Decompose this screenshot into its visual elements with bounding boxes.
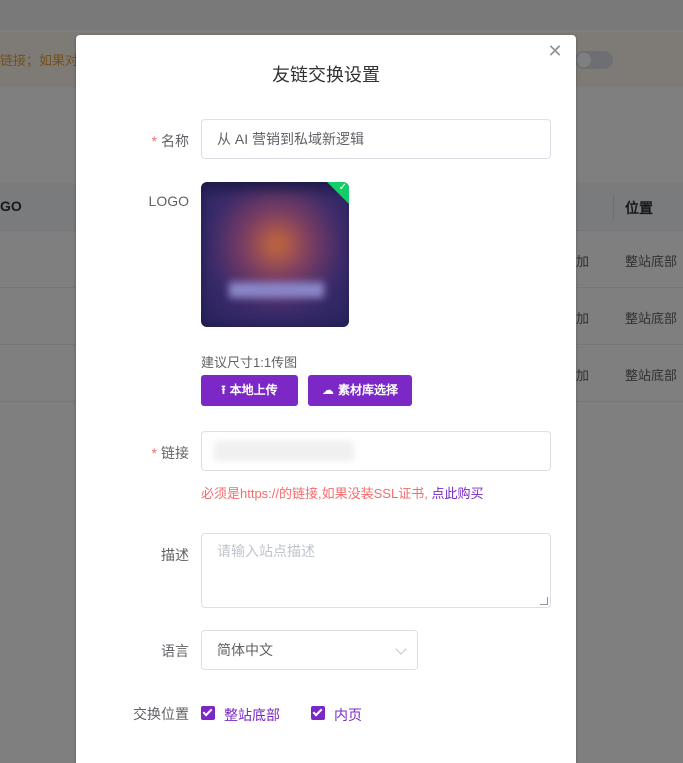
link-error-text: 必须是https://的链接,如果没装SSL证书, [201, 486, 432, 501]
logo-size-hint: 建议尺寸1:1传图 [201, 355, 298, 370]
check-icon: ✓ [338, 182, 347, 193]
checkbox-inner-page[interactable]: 内页 [311, 705, 371, 723]
link-error-message: 必须是https://的链接,如果没装SSL证书, 点此购买 [201, 483, 483, 502]
logo-image [201, 190, 349, 326]
name-label: * 名称 [152, 131, 189, 151]
checkbox-label: 整站底部 [224, 707, 280, 723]
redacted-link-value [214, 441, 354, 461]
required-mark: * [151, 445, 157, 461]
checkbox-site-footer[interactable]: 整站底部 [201, 705, 291, 723]
logo-label: LOGO [148, 193, 189, 209]
language-label: 语言 [161, 643, 189, 659]
cloud-upload-icon: ☁ [321, 383, 334, 397]
chevron-down-icon [395, 643, 407, 655]
name-label-text: 名称 [161, 133, 189, 149]
friend-link-dialog: 友链交换设置 ✕ * 名称 从 AI 营销到私域新逻辑 LOGO ✓ 建议尺寸1:… [76, 35, 576, 763]
upload-icon: ⭱ [221, 383, 226, 397]
link-input[interactable] [201, 431, 551, 471]
language-select[interactable]: 简体中文 [201, 630, 418, 670]
link-label-text: 链接 [161, 445, 189, 461]
description-placeholder: 请输入站点描述 [217, 543, 315, 559]
checkbox-checked-icon [311, 706, 325, 720]
dialog-title: 友链交换设置 [272, 65, 380, 85]
exchange-position-label: 交换位置 [133, 706, 189, 722]
local-upload-label: 本地上传 [229, 383, 278, 397]
material-library-label: 素材库选择 [337, 383, 398, 397]
description-label: 描述 [161, 547, 189, 563]
required-mark: * [151, 133, 157, 149]
local-upload-button[interactable]: ⭱ 本地上传 [201, 375, 298, 406]
checkbox-label: 内页 [334, 707, 362, 723]
checkbox-checked-icon [201, 706, 215, 720]
name-input[interactable]: 从 AI 营销到私域新逻辑 [201, 119, 551, 159]
resize-handle[interactable] [540, 597, 548, 605]
logo-image-text [229, 282, 324, 298]
link-label: * 链接 [152, 443, 189, 463]
logo-preview[interactable]: ✓ [201, 182, 349, 327]
material-library-button[interactable]: ☁ 素材库选择 [308, 375, 412, 406]
language-selected-value: 简体中文 [217, 642, 273, 658]
close-icon[interactable]: ✕ [547, 42, 563, 60]
description-textarea[interactable]: 请输入站点描述 [201, 533, 551, 608]
buy-ssl-link[interactable]: 点此购买 [431, 486, 483, 501]
